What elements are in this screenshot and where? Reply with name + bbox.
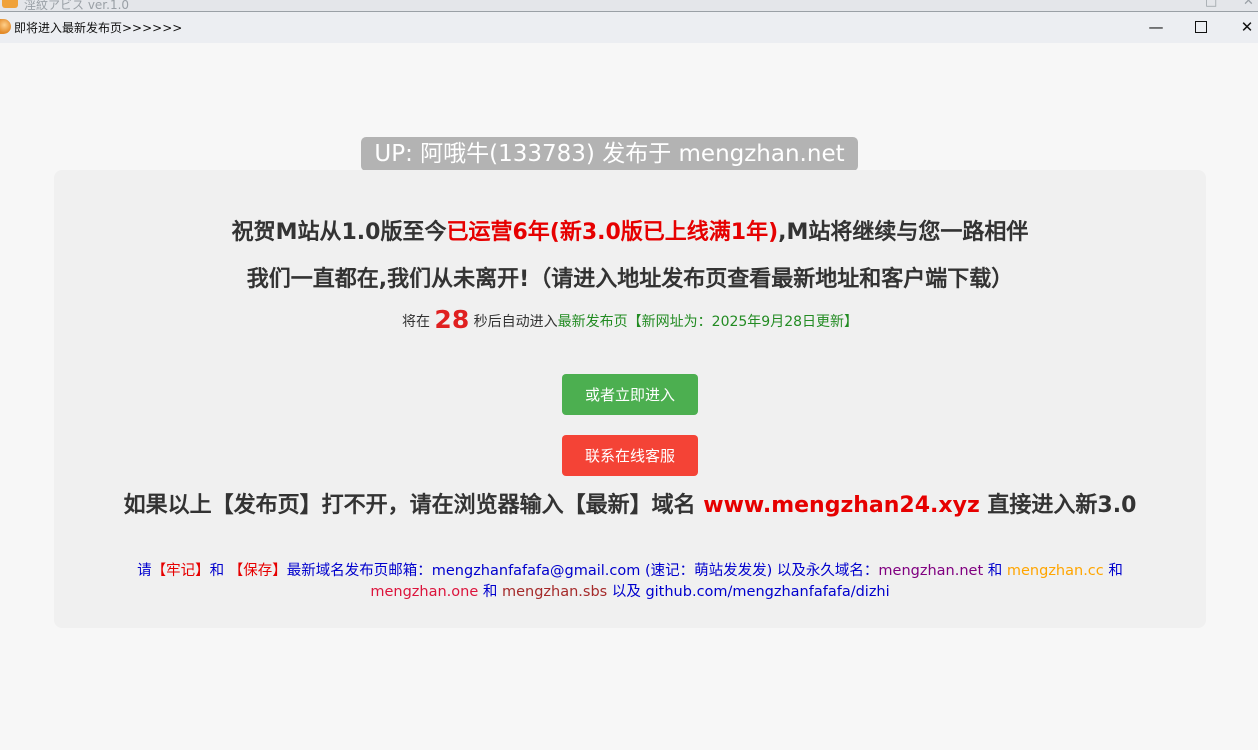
title-bar: 即将进入最新发布页>>>>>> — ✕ xyxy=(0,11,1258,43)
countdown-seconds: 28 xyxy=(434,305,470,334)
domain-sbs-link[interactable]: mengzhan.sbs xyxy=(502,584,607,600)
release-page-link[interactable]: 最新发布页 xyxy=(558,314,628,330)
background-app-icon xyxy=(2,0,18,8)
minimize-icon[interactable]: — xyxy=(1133,12,1179,42)
footer-remember: 【牢记】 xyxy=(151,563,210,579)
background-window-titlebar: 淫紋アビス ver.1.0 □ ✕ xyxy=(0,0,1258,11)
footer-t3: 最新域名发布页邮箱：mengzhanfafafa@gmail.com (速记：萌… xyxy=(286,563,879,579)
domain-one-link[interactable]: mengzhan.one xyxy=(370,584,478,600)
countdown-line: 将在 28 秒后自动进入最新发布页【新网址为：2025年9月28日更新】 xyxy=(54,305,1206,334)
contact-support-button[interactable]: 联系在线客服 xyxy=(562,435,698,476)
maximize-icon[interactable] xyxy=(1178,12,1224,42)
background-maximize-icon: □ xyxy=(1205,0,1218,9)
domain-net-link[interactable]: mengzhan.net xyxy=(878,563,983,579)
maximize-box xyxy=(1195,21,1207,33)
footer-t5: 和 xyxy=(1108,563,1123,579)
close-glyph: ✕ xyxy=(1240,18,1254,36)
footer-t6: 和 xyxy=(482,584,498,600)
countdown-middle: 秒后自动进入 xyxy=(473,314,558,330)
uploader-badge: UP: 阿哦牛(133783) 发布于 mengzhan.net xyxy=(361,137,858,171)
github-link[interactable]: github.com/mengzhanfafafa/dizhi xyxy=(645,584,889,600)
headline-2: 我们一直都在,我们从未离开!（请进入地址发布页查看最新地址和客户端下载） xyxy=(246,267,1014,292)
headline-1-part2: ,M站将继续与您一路相伴 xyxy=(778,220,1029,245)
app-icon xyxy=(0,19,11,34)
update-note: 【新网址为：2025年9月28日更新】 xyxy=(627,314,859,330)
footer-info: 请【牢记】和 【保存】最新域名发布页邮箱：mengzhanfafafa@gmai… xyxy=(124,561,1136,603)
headline-1-part1: 祝贺M站从1.0版至今 xyxy=(231,220,447,245)
notice-part1: 如果以上【发布页】打不开，请在浏览器输入【最新】域名 xyxy=(123,493,696,518)
notice-part2: 直接进入新3.0 xyxy=(987,493,1137,518)
close-icon[interactable]: ✕ xyxy=(1224,12,1258,42)
footer-save: 【保存】 xyxy=(228,563,287,579)
background-close-icon: ✕ xyxy=(1243,0,1254,9)
announcement-card: 祝贺M站从1.0版至今已运营6年(新3.0版已上线满1年),M站将继续与您一路相… xyxy=(54,170,1206,628)
minimize-glyph: — xyxy=(1148,18,1164,36)
footer-t1: 请 xyxy=(137,563,152,579)
window-title: 即将进入最新发布页>>>>>> xyxy=(14,21,183,35)
footer-t4: 和 xyxy=(987,563,1003,579)
domain-cc-link[interactable]: mengzhan.cc xyxy=(1007,563,1104,579)
headline-1-highlight: 已运营6年(新3.0版已上线满1年) xyxy=(446,220,779,245)
countdown-prefix: 将在 xyxy=(401,314,430,330)
latest-domain[interactable]: www.mengzhan24.xyz xyxy=(703,493,979,518)
headline-1: 祝贺M站从1.0版至今已运营6年(新3.0版已上线满1年),M站将继续与您一路相… xyxy=(54,214,1206,246)
footer-t7: 以及 xyxy=(611,584,641,600)
background-window-title: 淫紋アビス ver.1.0 xyxy=(24,0,130,11)
fallback-notice: 如果以上【发布页】打不开，请在浏览器输入【最新】域名 www.mengzhan2… xyxy=(114,492,1146,520)
enter-now-button[interactable]: 或者立即进入 xyxy=(562,374,698,415)
footer-t2: 和 xyxy=(209,563,225,579)
